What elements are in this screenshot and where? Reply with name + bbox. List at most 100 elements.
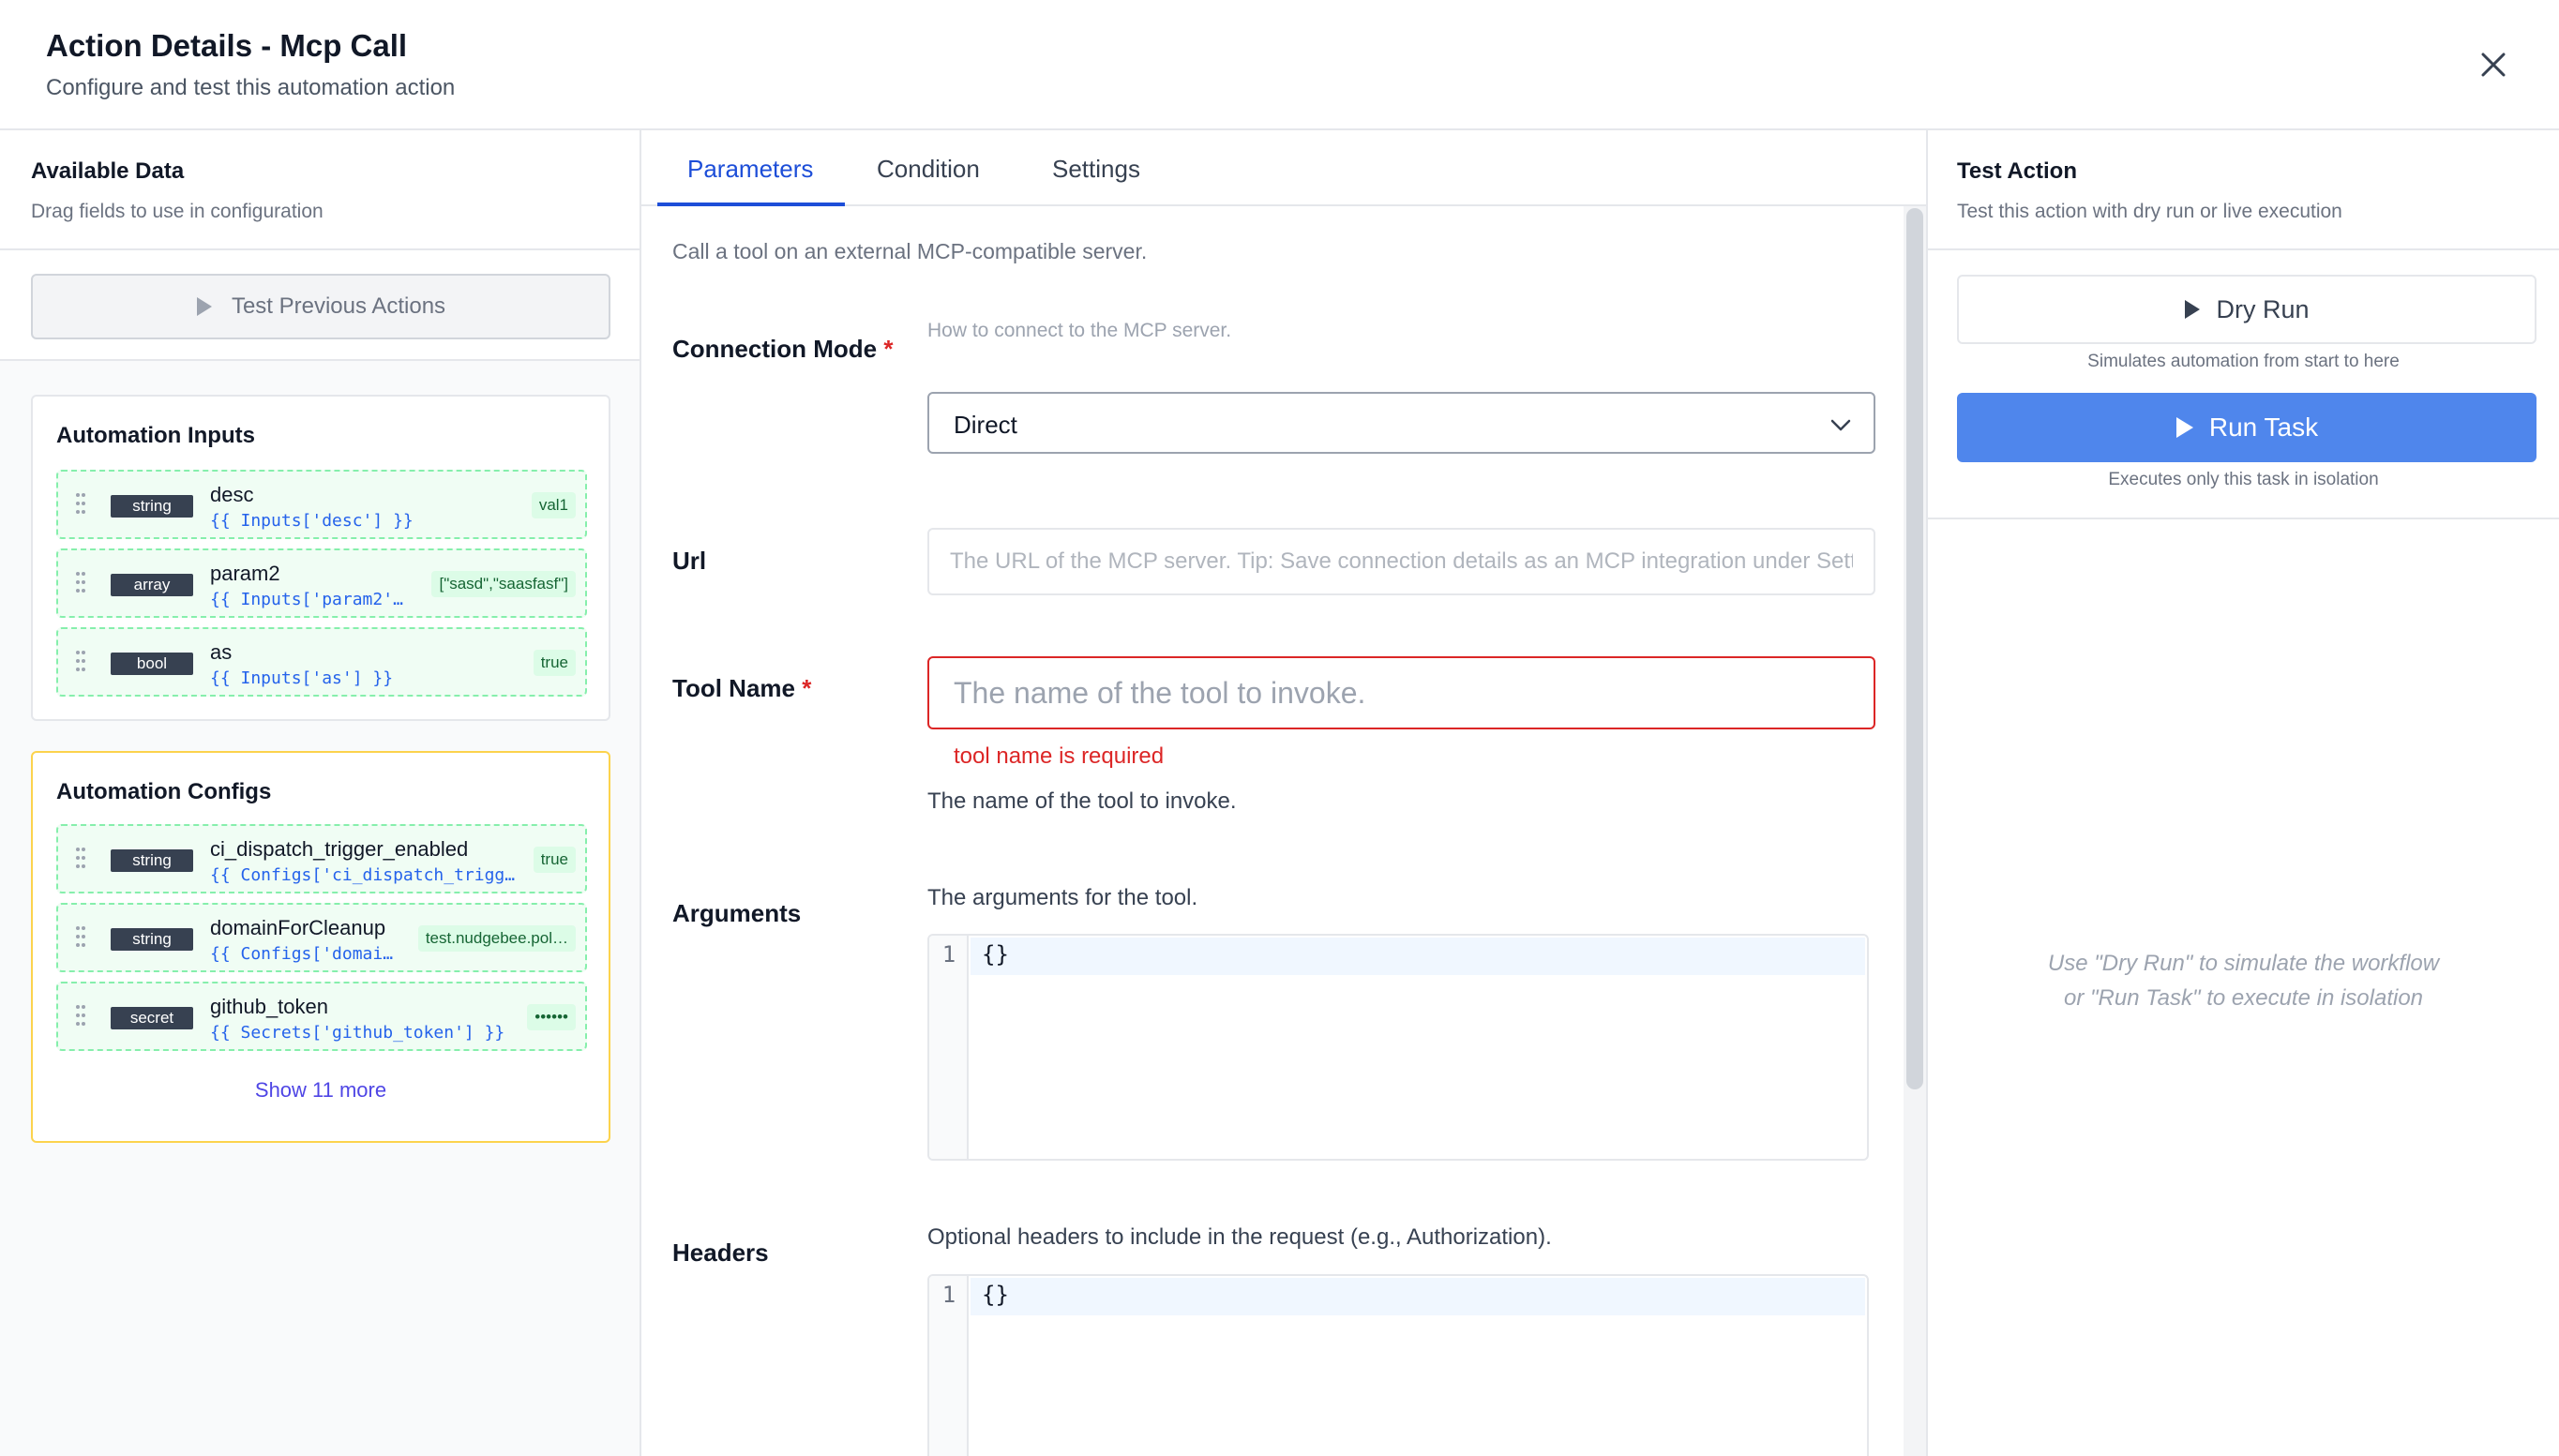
headers-label: Headers (672, 1238, 769, 1267)
field-name: param2 (210, 562, 280, 585)
active-tab-indicator (657, 203, 845, 206)
type-badge: bool (111, 653, 193, 675)
field-expression: {{ Inputs['as'] }} (210, 668, 394, 688)
type-badge: string (111, 849, 193, 872)
code-content: {} (982, 1282, 1009, 1308)
test-action-header: Test Action Test this action with dry ru… (1928, 130, 2559, 250)
value-badge: val1 (531, 492, 576, 518)
field-name: desc (210, 483, 254, 506)
arguments-help: The arguments for the tool. (927, 885, 1198, 910)
url-input[interactable] (927, 528, 1875, 595)
field-name: as (210, 640, 233, 664)
chevron-down-icon (1830, 419, 1851, 431)
value-badge: test.nudgebee.pol… (417, 925, 576, 952)
run-task-caption: Executes only this task in isolation (2108, 470, 2379, 489)
tool-name-label-text: Tool Name (672, 674, 795, 702)
url-label: Url (672, 547, 707, 575)
drag-handle-icon[interactable] (75, 1004, 86, 1027)
tab-bar: Parameters Condition Settings (641, 130, 1926, 206)
type-badge: string (111, 495, 193, 518)
connection-mode-hint: How to connect to the MCP server. (927, 320, 1232, 341)
tab-parameters[interactable]: Parameters (687, 155, 813, 184)
required-marker: * (883, 335, 894, 363)
tab-settings[interactable]: Settings (1052, 155, 1140, 184)
drag-handle-icon[interactable] (75, 571, 86, 593)
arguments-code-editor[interactable]: 1 {} (927, 934, 1869, 1161)
test-empty-state: Use "Dry Run" to simulate the workflow o… (1928, 946, 2559, 1015)
dry-run-label: Dry Run (2216, 294, 2310, 323)
required-marker: * (802, 674, 812, 702)
run-task-label: Run Task (2208, 413, 2319, 442)
close-button[interactable] (2472, 43, 2515, 86)
connection-mode-label: Connection Mode * (672, 335, 893, 364)
dry-run-caption: Simulates automation from start to here (2087, 352, 2400, 371)
headers-code-editor[interactable]: 1 {} (927, 1274, 1869, 1456)
test-action-buttons: Dry Run Simulates automation from start … (1928, 250, 2559, 519)
type-badge: secret (111, 1007, 193, 1029)
available-data-subtitle: Drag fields to use in configuration (31, 201, 324, 222)
tool-name-help: The name of the tool to invoke. (927, 788, 1237, 814)
drag-handle-icon[interactable] (75, 847, 86, 869)
draggable-field[interactable]: string domainForCleanup {{ Configs['doma… (56, 903, 587, 972)
line-number: 1 (941, 1282, 956, 1308)
test-action-title: Test Action (1957, 158, 2078, 184)
available-data-title: Available Data (31, 158, 185, 184)
tool-name-label: Tool Name * (672, 674, 811, 703)
drag-handle-icon[interactable] (75, 492, 86, 515)
show-more-link[interactable]: Show 11 more (33, 1078, 609, 1103)
close-icon (2481, 53, 2506, 77)
modal-header: Action Details - Mcp Call Configure and … (0, 0, 2559, 130)
modal-subtitle: Configure and test this automation actio… (46, 75, 456, 100)
play-icon (196, 297, 212, 316)
test-previous-actions-button[interactable]: Test Previous Actions (31, 274, 610, 339)
field-expression: {{ Secrets['github_token'] }} (210, 1023, 505, 1043)
headers-help: Optional headers to include in the reque… (927, 1224, 1552, 1250)
value-badge: ["sasd","saasfasf"] (431, 571, 576, 597)
draggable-field[interactable]: string ci_dispatch_trigger_enabled {{ Co… (56, 824, 587, 893)
test-previous-section: Test Previous Actions (0, 250, 640, 361)
field-name: ci_dispatch_trigger_enabled (210, 837, 469, 861)
automation-configs-title: Automation Configs (56, 779, 272, 804)
value-badge: •••••• (527, 1004, 576, 1030)
run-task-button[interactable]: Run Task (1957, 393, 2536, 462)
play-icon (2175, 417, 2193, 438)
scrollbar-thumb[interactable] (1906, 208, 1923, 1089)
modal-title: Action Details - Mcp Call (46, 28, 408, 63)
field-expression: {{ Inputs['desc'] }} (210, 511, 414, 531)
draggable-field[interactable]: string desc {{ Inputs['desc'] }} val1 (56, 470, 587, 539)
field-expression: {{ Configs['domai… (210, 944, 394, 964)
empty-state-line: or "Run Task" to execute in isolation (2063, 985, 2424, 1011)
dry-run-button[interactable]: Dry Run (1957, 275, 2536, 344)
empty-state-line: Use "Dry Run" to simulate the workflow (2047, 951, 2440, 976)
tab-condition[interactable]: Condition (877, 155, 980, 184)
code-content: {} (982, 941, 1009, 968)
available-data-panel: Available Data Drag fields to use in con… (0, 130, 641, 1456)
type-badge: array (111, 574, 193, 596)
connection-mode-select[interactable]: Direct (927, 392, 1875, 454)
draggable-field[interactable]: bool as {{ Inputs['as'] }} true (56, 627, 587, 697)
action-description: Call a tool on an external MCP-compatibl… (672, 239, 1148, 263)
line-gutter: 1 (929, 1276, 969, 1456)
automation-inputs-card: Automation Inputs string desc {{ Inputs[… (31, 395, 610, 721)
arguments-label: Arguments (672, 899, 802, 927)
available-data-header: Available Data Drag fields to use in con… (0, 130, 640, 250)
field-name: domainForCleanup (210, 916, 386, 939)
test-action-panel: Test Action Test this action with dry ru… (1926, 130, 2559, 1456)
field-expression: {{ Configs['ci_dispatch_trigg… (210, 865, 516, 885)
tool-name-input[interactable] (927, 656, 1875, 729)
automation-inputs-title: Automation Inputs (56, 423, 255, 448)
active-line-highlight (971, 938, 1865, 975)
draggable-field[interactable]: secret github_token {{ Secrets['github_t… (56, 982, 587, 1051)
config-panel: Parameters Condition Settings Call a too… (641, 130, 1926, 1456)
connection-mode-value: Direct (954, 411, 1017, 439)
play-icon (2185, 300, 2201, 319)
tool-name-error: tool name is required (954, 743, 1165, 769)
drag-handle-icon[interactable] (75, 650, 86, 672)
drag-handle-icon[interactable] (75, 925, 86, 948)
draggable-field[interactable]: array param2 {{ Inputs['param2'… ["sasd"… (56, 548, 587, 618)
test-action-subtitle: Test this action with dry run or live ex… (1957, 201, 2342, 222)
value-badge: true (533, 847, 576, 873)
field-name: github_token (210, 995, 328, 1018)
line-number: 1 (941, 941, 956, 968)
test-previous-actions-label: Test Previous Actions (231, 293, 446, 319)
